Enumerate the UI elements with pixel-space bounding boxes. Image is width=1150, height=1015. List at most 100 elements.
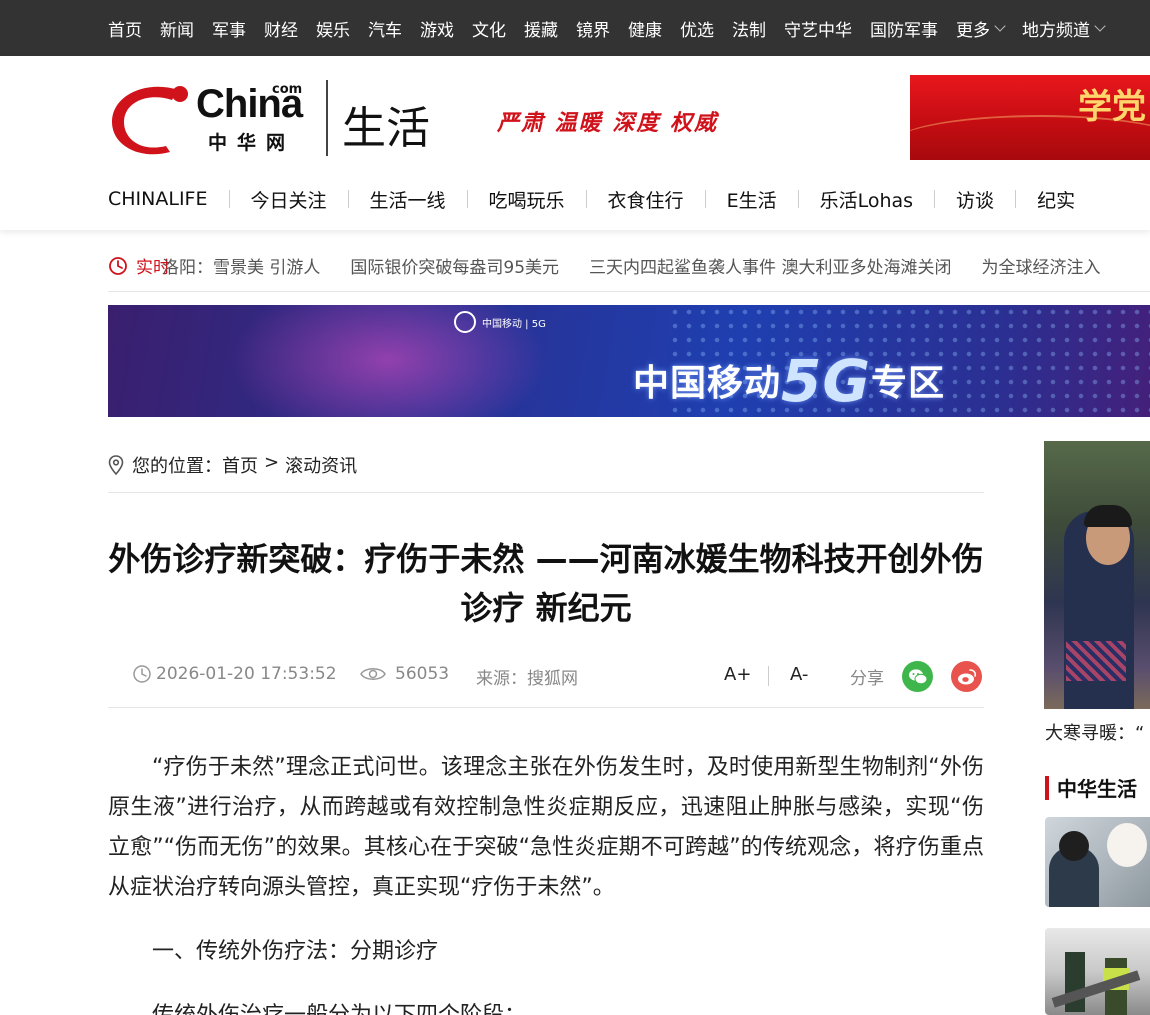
china-mobile-5g-banner[interactable]: 中国移动 | 5G 中国移动5G专区 xyxy=(108,305,1150,417)
header-ad-banner[interactable]: 学党 xyxy=(910,75,1150,160)
breadcrumb-prefix: 您的位置： xyxy=(132,456,222,477)
logo-chinese: 中华网 xyxy=(208,132,296,154)
font-decrease-button[interactable]: A- xyxy=(790,664,808,685)
views-value: 56053 xyxy=(395,664,450,684)
china-com-logo[interactable]: China com 中华网 xyxy=(108,76,318,160)
nav-separator xyxy=(797,190,799,208)
article-meta: 2026-01-20 17:53:52 56053 来源：搜狐网 A+ A- 分… xyxy=(108,656,984,708)
sidebar-heading-text: 中华生活 xyxy=(1057,777,1137,801)
article-body: “疗伤于未然”理念正式问世。该理念主张在外伤发生时，及时使用新型生物制剂“外伤原… xyxy=(108,748,984,1015)
breadcrumb-separator: > xyxy=(264,452,280,473)
article-paragraph: 传统外伤治疗一般分为以下四个阶段： xyxy=(108,996,984,1015)
weibo-icon xyxy=(957,668,976,684)
weibo-share-button[interactable] xyxy=(951,661,982,692)
channel-name[interactable]: 生活 xyxy=(342,92,430,156)
nav-separator xyxy=(1015,190,1017,208)
nav-separator xyxy=(585,190,587,208)
china-mobile-logo: 中国移动 | 5G xyxy=(454,311,546,333)
topnav-health[interactable]: 健康 xyxy=(628,16,662,41)
nav-elife[interactable]: E生活 xyxy=(727,186,777,213)
article-paragraph: “疗伤于未然”理念正式问世。该理念主张在外伤发生时，及时使用新型生物制剂“外伤原… xyxy=(108,755,984,900)
top-bar: 首页 新闻 军事 财经 娱乐 汽车 游戏 文化 援藏 镜界 健康 优选 法制 守… xyxy=(0,0,1150,56)
china-mobile-orb-icon xyxy=(454,311,476,333)
banner-text-post: 专区 xyxy=(870,363,945,404)
nav-chinalife[interactable]: CHINALIFE xyxy=(108,188,208,210)
topnav-culture[interactable]: 文化 xyxy=(472,16,506,41)
logo-com: com xyxy=(272,82,303,97)
nav-frontline[interactable]: 生活一线 xyxy=(370,186,446,213)
nav-separator xyxy=(934,190,936,208)
topnav-defense[interactable]: 国防军事 xyxy=(870,16,938,41)
logo-c-swoosh-icon xyxy=(112,86,188,155)
article-subheading: 一、传统外伤疗法：分期诊疗 xyxy=(152,939,439,964)
ticker-item[interactable]: 三天内四起鲨鱼袭人事件 澳大利亚多处海滩关闭 xyxy=(589,253,951,278)
ticker-item[interactable]: 洛阳：雪景美 引游人 xyxy=(162,253,320,278)
topnav-finance[interactable]: 财经 xyxy=(264,16,298,41)
location-pin-icon xyxy=(108,455,124,475)
topnav-more[interactable]: 更多 xyxy=(956,16,1006,41)
topnav-home[interactable]: 首页 xyxy=(108,16,142,41)
article-title: 外伤诊疗新突破：疗伤于未然 ——河南冰媛生物科技开创外伤诊疗 新纪元 xyxy=(108,540,984,627)
topnav-more-label: 更多 xyxy=(956,20,990,41)
breadcrumb: 您的位置： 首页 > 滚动资讯 xyxy=(108,452,984,493)
banner-headline: 中国移动5G专区 xyxy=(633,347,945,415)
topnav-crafts[interactable]: 守艺中华 xyxy=(784,16,852,41)
publish-time: 2026-01-20 17:53:52 xyxy=(132,664,337,684)
nav-separator xyxy=(228,190,230,208)
nav-separator xyxy=(466,190,468,208)
nav-living[interactable]: 衣食住行 xyxy=(608,186,684,213)
china-mobile-brand: 中国移动 | 5G xyxy=(482,318,546,330)
topnav-picks[interactable]: 优选 xyxy=(680,16,714,41)
sidebar-featured-caption[interactable]: 大寒寻暖：“ xyxy=(1045,719,1144,745)
topnav-entertainment[interactable]: 娱乐 xyxy=(316,16,350,41)
nav-documentary[interactable]: 纪实 xyxy=(1037,186,1075,213)
header-banner-text: 学党 xyxy=(1078,87,1146,127)
view-count: 56053 xyxy=(360,664,449,684)
topnav-auto[interactable]: 汽车 xyxy=(368,16,402,41)
banner-text-5g: 5G xyxy=(781,347,871,415)
topnav-news[interactable]: 新闻 xyxy=(160,16,194,41)
clock-icon xyxy=(109,256,127,275)
sidebar-featured-image[interactable] xyxy=(1044,441,1150,709)
topnav-military[interactable]: 军事 xyxy=(212,16,246,41)
ticker-item[interactable]: 为全球经济注入 xyxy=(981,253,1100,278)
heading-accent-bar xyxy=(1045,775,1049,800)
nav-separator xyxy=(347,190,349,208)
clock-icon xyxy=(133,665,151,683)
photo-person-head xyxy=(1059,831,1089,861)
sidebar-section-heading: 中华生活 xyxy=(1045,773,1137,802)
breadcrumb-home[interactable]: 首页 xyxy=(222,452,258,478)
wechat-share-button[interactable] xyxy=(902,661,933,692)
publish-date: 2026-01-20 17:53:52 xyxy=(156,664,337,684)
topnav-games[interactable]: 游戏 xyxy=(420,16,454,41)
topnav-local[interactable]: 地方频道 xyxy=(1022,16,1106,41)
chevron-down-icon xyxy=(994,19,1006,32)
breadcrumb-current[interactable]: 滚动资讯 xyxy=(285,452,357,478)
logo-divider xyxy=(326,80,328,156)
meta-separator xyxy=(768,666,769,686)
sidebar-thumbnail[interactable] xyxy=(1045,928,1150,1015)
topnav-law[interactable]: 法制 xyxy=(732,16,766,41)
slogan: 严肃 温暖 深度 权威 xyxy=(497,110,718,136)
nav-lohas[interactable]: 乐活Lohas xyxy=(820,186,913,213)
photo-person-hair xyxy=(1084,505,1132,527)
channel-nav: CHINALIFE 今日关注 生活一线 吃喝玩乐 衣食住行 E生活 乐活Loha… xyxy=(108,184,1075,214)
share-label: 分享 xyxy=(850,669,884,689)
topnav-lens[interactable]: 镜界 xyxy=(576,16,610,41)
chevron-down-icon xyxy=(1094,19,1106,32)
article-source: 来源：搜狐网 xyxy=(476,669,578,689)
nav-separator xyxy=(704,190,706,208)
nav-food-fun[interactable]: 吃喝玩乐 xyxy=(489,186,565,213)
photo-embroidery-pattern xyxy=(1066,641,1126,681)
topnav-local-label: 地方频道 xyxy=(1022,20,1090,41)
live-ticker: 实时 洛阳：雪景美 引游人 国际银价突破每盎司95美元 三天内四起鲨鱼袭人事件 … xyxy=(108,240,1150,292)
topnav-tibet[interactable]: 援藏 xyxy=(524,16,558,41)
sidebar-thumbnail[interactable] xyxy=(1045,817,1150,907)
nav-today[interactable]: 今日关注 xyxy=(251,186,327,213)
nav-interview[interactable]: 访谈 xyxy=(956,186,994,213)
ticker-item[interactable]: 国际银价突破每盎司95美元 xyxy=(350,253,559,278)
photo-dog xyxy=(1107,823,1147,867)
wechat-icon xyxy=(908,668,927,684)
font-increase-button[interactable]: A+ xyxy=(724,664,751,685)
top-nav: 首页 新闻 军事 财经 娱乐 汽车 游戏 文化 援藏 镜界 健康 优选 法制 守… xyxy=(108,0,1122,56)
